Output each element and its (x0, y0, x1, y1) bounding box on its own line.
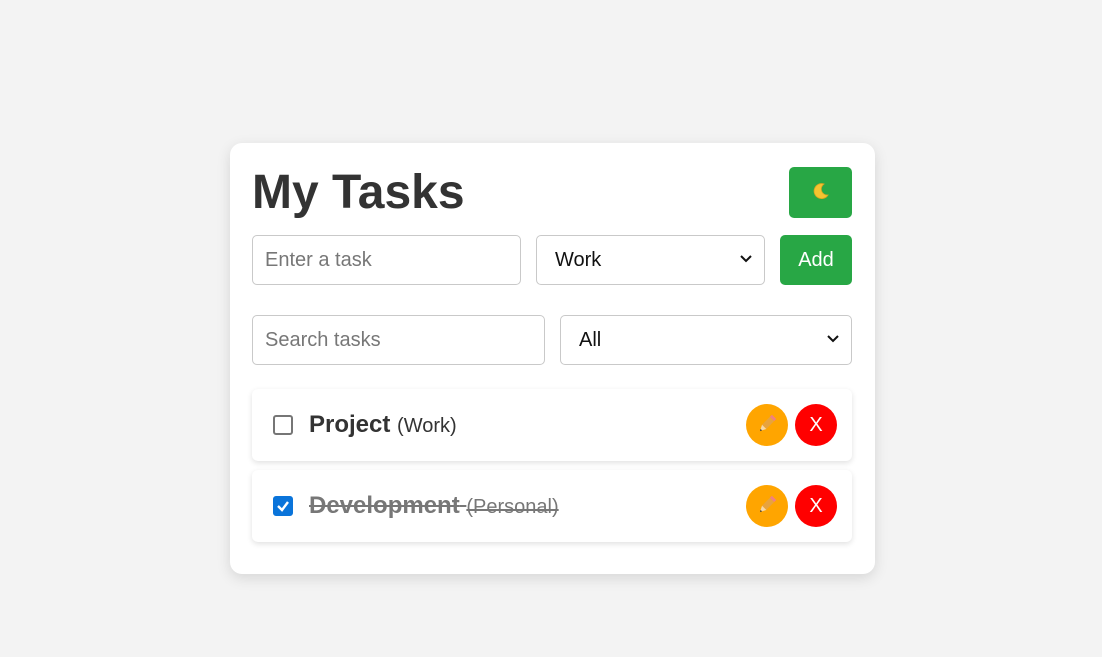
task-category: (Personal) (466, 496, 559, 518)
task-input[interactable] (252, 235, 521, 285)
task-card: My Tasks Work Add All Project (Work) (230, 143, 875, 574)
delete-button[interactable]: X (795, 485, 837, 527)
chevron-down-icon (738, 249, 754, 272)
edit-button[interactable] (746, 404, 788, 446)
chevron-down-icon (825, 329, 841, 352)
category-select-value: Work (555, 248, 602, 271)
pencil-icon (756, 494, 778, 519)
task-checkbox[interactable] (273, 415, 293, 435)
page-title: My Tasks (252, 166, 465, 219)
theme-toggle-button[interactable] (789, 167, 852, 218)
task-item: Development (Personal) X (252, 470, 852, 542)
task-checkbox[interactable] (273, 496, 293, 516)
category-select[interactable]: Work (536, 235, 765, 285)
pencil-icon (756, 413, 778, 438)
filter-select[interactable]: All (560, 315, 852, 365)
task-item: Project (Work) X (252, 389, 852, 461)
task-name: Project (309, 411, 391, 438)
moon-icon (811, 181, 831, 204)
add-button[interactable]: Add (780, 235, 852, 285)
search-input[interactable] (252, 315, 545, 365)
task-text: Project (Work) (309, 411, 457, 439)
task-text: Development (Personal) (309, 492, 559, 520)
task-category: (Work) (397, 415, 457, 437)
edit-button[interactable] (746, 485, 788, 527)
task-name: Development (309, 492, 460, 519)
delete-button[interactable]: X (795, 404, 837, 446)
filter-select-value: All (579, 328, 602, 351)
